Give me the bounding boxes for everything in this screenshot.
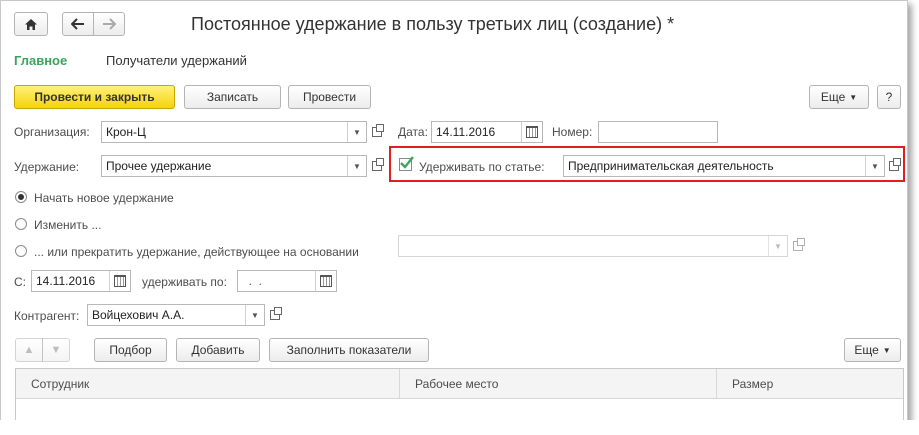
tab-main[interactable]: Главное bbox=[14, 53, 67, 68]
deduction-open-button[interactable] bbox=[367, 155, 387, 177]
table-more-menu-button[interactable]: Еще ▼ bbox=[844, 338, 901, 362]
column-header-employee[interactable]: Сотрудник bbox=[16, 369, 400, 399]
from-date-value: 14.11.2016 bbox=[36, 274, 96, 288]
from-date-field[interactable]: 14.11.2016 bbox=[31, 270, 131, 292]
column-header-workplace[interactable]: Рабочее место bbox=[400, 369, 717, 399]
deduction-label: Удержание: bbox=[14, 160, 80, 174]
back-button[interactable] bbox=[62, 12, 94, 36]
calendar-button[interactable] bbox=[109, 271, 130, 291]
open-icon bbox=[372, 158, 384, 171]
counterparty-open-button[interactable] bbox=[265, 304, 285, 326]
basis-field[interactable]: ▼ bbox=[398, 235, 788, 257]
dropdown-icon[interactable]: ▼ bbox=[347, 156, 366, 176]
article-field[interactable]: Предпринимательская деятельность ▼ bbox=[563, 155, 885, 177]
date-value: 14.11.2016 bbox=[436, 125, 496, 139]
open-icon bbox=[270, 307, 282, 320]
article-value: Предпринимательская деятельность bbox=[568, 159, 774, 173]
organization-field[interactable]: Крон-Ц ▼ bbox=[101, 121, 367, 143]
until-date-value: . . bbox=[242, 274, 263, 288]
add-button[interactable]: Добавить bbox=[176, 338, 260, 362]
post-and-close-button[interactable]: Провести и закрыть bbox=[14, 85, 175, 109]
chevron-down-icon: ▼ bbox=[882, 345, 891, 355]
help-button[interactable]: ? bbox=[877, 85, 901, 109]
forward-button[interactable] bbox=[93, 12, 125, 36]
chevron-down-icon: ▼ bbox=[849, 92, 858, 102]
open-icon bbox=[372, 124, 384, 137]
number-label: Номер: bbox=[552, 125, 593, 139]
counterparty-field[interactable]: Войцехович А.А. ▼ bbox=[87, 304, 265, 326]
move-down-button[interactable]: ▼ bbox=[42, 338, 70, 362]
open-icon bbox=[793, 238, 805, 251]
calendar-icon bbox=[320, 275, 332, 287]
home-button[interactable] bbox=[14, 12, 48, 36]
arrow-left-icon bbox=[71, 18, 84, 30]
open-icon bbox=[889, 158, 901, 171]
deduction-value: Прочее удержание bbox=[106, 159, 212, 173]
article-open-button[interactable] bbox=[884, 155, 904, 177]
pick-button[interactable]: Подбор bbox=[94, 338, 167, 362]
radio-stop-label[interactable]: ... или прекратить удержание, действующе… bbox=[34, 245, 359, 259]
save-button[interactable]: Записать bbox=[184, 85, 281, 109]
organization-label: Организация: bbox=[14, 125, 90, 139]
from-label: С: bbox=[14, 275, 26, 289]
dropdown-icon[interactable]: ▼ bbox=[245, 305, 264, 325]
radio-change-label[interactable]: Изменить ... bbox=[34, 218, 101, 232]
dropdown-icon[interactable]: ▼ bbox=[347, 122, 366, 142]
more-menu-button[interactable]: Еще ▼ bbox=[809, 85, 869, 109]
column-header-amount[interactable]: Размер bbox=[717, 369, 903, 399]
date-label: Дата: bbox=[398, 125, 428, 139]
organization-value: Крон-Ц bbox=[106, 125, 146, 139]
post-button[interactable]: Провести bbox=[288, 85, 371, 109]
calendar-button[interactable] bbox=[315, 271, 336, 291]
window-title: Постоянное удержание в пользу третьих ли… bbox=[191, 14, 675, 34]
radio-start-new[interactable] bbox=[15, 191, 27, 203]
counterparty-label: Контрагент: bbox=[14, 309, 80, 323]
fill-indicators-button[interactable]: Заполнить показатели bbox=[269, 338, 429, 362]
counterparty-value: Войцехович А.А. bbox=[92, 308, 185, 322]
document-window: Постоянное удержание в пользу третьих ли… bbox=[0, 0, 908, 424]
checkmark-icon bbox=[400, 156, 414, 169]
by-article-label[interactable]: Удерживать по статье: bbox=[419, 160, 545, 174]
radio-change[interactable] bbox=[15, 218, 27, 230]
dropdown-icon[interactable]: ▼ bbox=[768, 236, 787, 256]
deduction-field[interactable]: Прочее удержание ▼ bbox=[101, 155, 367, 177]
radio-start-new-label[interactable]: Начать новое удержание bbox=[34, 191, 174, 205]
number-field[interactable] bbox=[598, 121, 718, 143]
arrow-right-icon bbox=[103, 18, 116, 30]
tab-recipients[interactable]: Получатели удержаний bbox=[106, 53, 247, 68]
dropdown-icon[interactable]: ▼ bbox=[865, 156, 884, 176]
arrow-down-icon: ▼ bbox=[50, 344, 62, 356]
by-article-checkbox[interactable] bbox=[399, 156, 414, 171]
calendar-button[interactable] bbox=[521, 122, 542, 142]
more-label: Еще bbox=[820, 90, 846, 104]
table-more-label: Еще bbox=[854, 343, 879, 357]
until-label: удерживать по: bbox=[142, 275, 227, 289]
employees-table[interactable]: Сотрудник Рабочее место Размер bbox=[15, 368, 904, 423]
move-up-button[interactable]: ▲ bbox=[15, 338, 43, 362]
radio-stop[interactable] bbox=[15, 245, 27, 257]
organization-open-button[interactable] bbox=[367, 121, 387, 143]
torn-edge bbox=[0, 420, 919, 435]
calendar-icon bbox=[114, 275, 126, 287]
home-icon bbox=[25, 18, 37, 30]
basis-open-button[interactable] bbox=[788, 235, 808, 257]
calendar-icon bbox=[526, 126, 538, 138]
until-date-field[interactable]: . . bbox=[237, 270, 337, 292]
arrow-up-icon: ▲ bbox=[23, 344, 35, 356]
date-field[interactable]: 14.11.2016 bbox=[431, 121, 543, 143]
